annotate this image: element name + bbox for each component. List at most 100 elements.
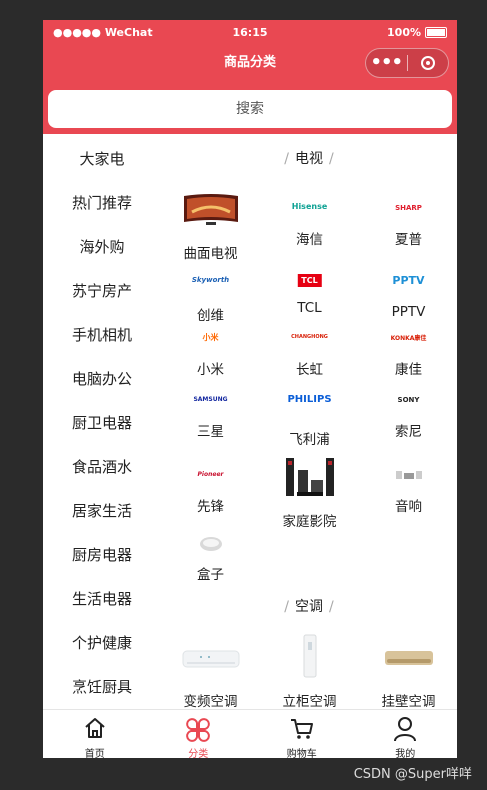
sidebar-item-computers[interactable]: 电脑办公 bbox=[43, 368, 161, 389]
brand-label: 家庭影院 bbox=[282, 514, 337, 530]
brand-label: 海信 bbox=[296, 232, 323, 248]
section-title-tv: / 电视 / bbox=[284, 151, 334, 167]
tab-label-category: 分类 bbox=[188, 749, 209, 758]
brand-label: 长虹 bbox=[296, 362, 323, 378]
category-sidebar: 大家电 热门推荐 海外购 苏宁房产 手机相机 电脑办公 厨卫电器 食品酒水 居家… bbox=[43, 134, 161, 709]
brand-item-wall-ac[interactable]: 挂壁空调 bbox=[359, 634, 457, 709]
brand-label: 曲面电视 bbox=[183, 246, 238, 262]
tab-label-home: 首页 bbox=[84, 749, 105, 758]
cabinet-ac-image bbox=[303, 634, 317, 678]
sidebar-item-real-estate[interactable]: 苏宁房产 bbox=[43, 280, 161, 301]
sidebar-item-life-appliances[interactable]: 生活电器 bbox=[43, 588, 161, 609]
user-icon bbox=[394, 717, 417, 742]
page-title: 商品分类 bbox=[223, 55, 276, 70]
home-theater-image bbox=[286, 458, 334, 496]
tab-home[interactable]: 首页 bbox=[43, 710, 147, 758]
brand-item-hisense[interactable]: Hisense 海信 bbox=[260, 190, 359, 260]
brand-label: 飞利浦 bbox=[289, 432, 330, 448]
brand-label: 变频空调 bbox=[183, 694, 238, 709]
brand-item-samsung[interactable]: SAMSUNG 三星 bbox=[161, 394, 260, 454]
brand-item-tcl[interactable]: TCL TCL bbox=[260, 274, 359, 334]
wall-ac-image bbox=[385, 651, 433, 665]
brand-item-xiaomi[interactable]: 小米 小米 bbox=[161, 332, 260, 382]
sidebar-item-kitchen-appliances[interactable]: 厨房电器 bbox=[43, 544, 161, 565]
brand-item-pptv[interactable]: PPTV PPTV bbox=[359, 274, 457, 334]
brand-item-konka[interactable]: KONKA康佳 康佳 bbox=[359, 332, 457, 382]
changhong-logo: CHANGHONG bbox=[291, 334, 328, 340]
brand-item-sharp[interactable]: SHARP 夏普 bbox=[359, 190, 457, 260]
sidebar-item-phones[interactable]: 手机相机 bbox=[43, 324, 161, 345]
konka-logo: KONKA康佳 bbox=[390, 335, 427, 342]
tab-bar: 首页 分类 购物车 我的 bbox=[43, 709, 457, 758]
sidebar-item-food[interactable]: 食品酒水 bbox=[43, 456, 161, 477]
brand-item-box[interactable]: 盒子 bbox=[161, 534, 260, 594]
sidebar-item-kitchen-bath[interactable]: 厨卫电器 bbox=[43, 412, 161, 433]
more-icon[interactable]: ••• bbox=[366, 49, 407, 77]
hisense-logo: Hisense bbox=[291, 202, 328, 211]
brand-label: 挂壁空调 bbox=[381, 694, 436, 709]
watermark-text: CSDN @Super咩咩 bbox=[353, 767, 472, 782]
tab-category[interactable]: 分类 bbox=[147, 710, 251, 758]
brand-label: 创维 bbox=[197, 308, 224, 324]
brand-label: 三星 bbox=[197, 424, 224, 440]
brand-item-sony[interactable]: SONY 索尼 bbox=[359, 394, 457, 454]
brand-item-cabinet-ac[interactable]: 立柜空调 bbox=[260, 634, 359, 709]
sidebar-item-hot[interactable]: 热门推荐 bbox=[43, 192, 161, 213]
category-content: / 电视 / 曲面电视 Hisense 海信 SHARP 夏普 Skyworth 创… bbox=[161, 134, 457, 709]
capsule-menu: ••• bbox=[365, 48, 449, 78]
brand-item-changhong[interactable]: CHANGHONG 长虹 bbox=[260, 332, 359, 382]
battery-icon bbox=[425, 27, 447, 38]
brand-item-audio[interactable]: 音响 bbox=[359, 456, 457, 526]
brand-label: 盒子 bbox=[197, 567, 224, 583]
brand-label: 索尼 bbox=[395, 424, 422, 440]
skyworth-logo: Skyworth bbox=[191, 276, 230, 284]
brand-item-philips[interactable]: PHILIPS 飞利浦 bbox=[260, 394, 359, 454]
sidebar-item-personal-care[interactable]: 个护健康 bbox=[43, 632, 161, 653]
cart-icon bbox=[290, 719, 313, 739]
tab-profile[interactable]: 我的 bbox=[354, 710, 458, 758]
target-icon bbox=[420, 56, 435, 70]
audio-image bbox=[396, 471, 422, 479]
brand-item-pioneer[interactable]: Pioneer 先锋 bbox=[161, 456, 260, 526]
tab-label-profile: 我的 bbox=[395, 749, 416, 758]
brand-label: TCL bbox=[297, 300, 322, 316]
xiaomi-logo: 小米 bbox=[202, 333, 219, 342]
sidebar-item-overseas[interactable]: 海外购 bbox=[43, 236, 161, 257]
sony-logo: SONY bbox=[397, 396, 420, 404]
curved-tv-image bbox=[184, 194, 238, 225]
philips-logo: PHILIPS bbox=[287, 394, 332, 405]
brand-label: 先锋 bbox=[197, 499, 224, 515]
navigation-bar: 商品分类 ••• bbox=[43, 44, 457, 82]
home-icon bbox=[85, 718, 105, 738]
battery-text: 100% bbox=[387, 25, 421, 39]
signal-indicator: ●●●●● WeChat bbox=[53, 25, 153, 39]
search-bar: 搜索 bbox=[43, 82, 457, 134]
sidebar-item-large-appliances[interactable]: 大家电 bbox=[43, 148, 161, 169]
brand-label: 康佳 bbox=[395, 362, 422, 378]
tcl-logo: TCL bbox=[297, 274, 322, 287]
section-title-text: 空调 bbox=[295, 599, 323, 615]
brand-label: 立柜空调 bbox=[282, 694, 337, 709]
brand-item-home-theater[interactable]: 家庭影院 bbox=[260, 456, 359, 530]
battery-indicator: 100% bbox=[387, 26, 447, 39]
section-title-text: 电视 bbox=[295, 151, 323, 167]
brand-item-inverter-ac[interactable]: 变频空调 bbox=[161, 634, 260, 709]
search-input[interactable]: 搜索 bbox=[48, 90, 452, 128]
pioneer-logo: Pioneer bbox=[197, 471, 224, 478]
brand-label: 小米 bbox=[197, 362, 224, 378]
samsung-logo: SAMSUNG bbox=[193, 396, 228, 403]
sidebar-item-cookware[interactable]: 烹饪厨具 bbox=[43, 676, 161, 697]
brand-item-curved-tv[interactable]: 曲面电视 bbox=[161, 190, 260, 262]
section-title-ac: / 空调 / bbox=[284, 599, 334, 615]
brand-label: PPTV bbox=[391, 304, 426, 320]
pptv-logo: PPTV bbox=[392, 274, 425, 287]
tab-label-cart: 购物车 bbox=[286, 749, 317, 758]
brand-item-skyworth[interactable]: Skyworth 创维 bbox=[161, 274, 260, 334]
inverter-ac-image bbox=[182, 650, 240, 668]
tab-cart[interactable]: 购物车 bbox=[250, 710, 354, 758]
close-miniprogram-button[interactable] bbox=[407, 56, 448, 70]
status-bar: ●●●●● WeChat 16:15 100% bbox=[43, 20, 457, 44]
sharp-logo: SHARP bbox=[395, 204, 422, 212]
brand-label: 夏普 bbox=[395, 232, 422, 248]
sidebar-item-home-living[interactable]: 居家生活 bbox=[43, 500, 161, 521]
